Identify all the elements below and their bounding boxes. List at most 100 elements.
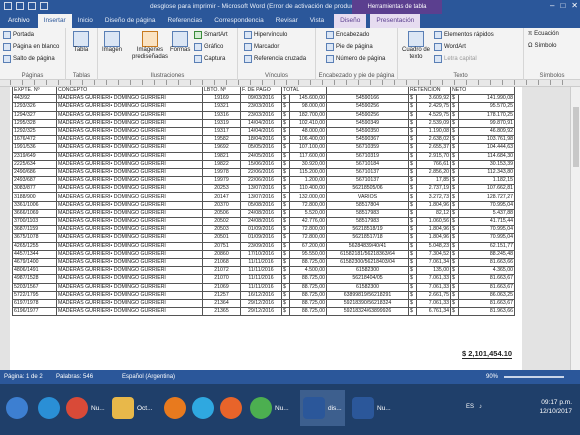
table-cell[interactable]: 104.444,63 xyxy=(458,143,515,153)
table-cell[interactable]: 11/11/2016 xyxy=(240,282,282,292)
table-cell[interactable]: 56710359 xyxy=(326,143,409,153)
table-cell[interactable]: 09/03/2016 xyxy=(240,94,282,104)
table-cell[interactable]: $ xyxy=(281,307,290,317)
table-cell[interactable]: 5.048,23 xyxy=(416,241,451,251)
minimize-icon[interactable]: – xyxy=(550,1,554,10)
table-cell[interactable]: $ xyxy=(281,298,290,309)
table-cell[interactable]: 01/09/2016 xyxy=(240,233,282,243)
table-cell[interactable]: $ xyxy=(281,102,290,112)
table-cell[interactable]: 6.761,34 xyxy=(416,307,451,317)
pagina-en-blanco-button[interactable]: Página en blanco xyxy=(3,43,59,51)
table-cell[interactable]: 14/04/2016 xyxy=(240,126,282,137)
table-cell[interactable]: MADERAS GURRIERI• DOMINGO GURRIERI xyxy=(56,257,203,268)
tab-vista[interactable]: Vista xyxy=(304,14,330,28)
table-cell[interactable]: $ xyxy=(281,176,290,186)
grafico-button[interactable]: Gráfico xyxy=(194,43,223,51)
table-cell[interactable]: 30.153,39 xyxy=(458,159,515,169)
imagen-button[interactable]: Imagen xyxy=(102,31,122,54)
table-cell[interactable]: MADERAS GURRIERI• DOMINGO GURRIERI xyxy=(56,143,203,153)
table-cell[interactable]: 4679/1400 xyxy=(12,257,57,268)
table-cell[interactable]: 24/08/2016 xyxy=(240,216,282,227)
table-cell[interactable]: MADERAS GURRIERI• DOMINGO GURRIERI xyxy=(56,184,203,194)
table-cell[interactable]: 16/12/2016 xyxy=(240,290,282,300)
table-cell[interactable]: $ xyxy=(450,159,459,169)
table-cell[interactable]: 19979 xyxy=(202,176,241,186)
smartart-button[interactable]: SmartArt xyxy=(194,31,228,39)
table-cell[interactable]: 110.400,00 xyxy=(289,184,327,194)
table-cell[interactable]: $ xyxy=(408,233,417,243)
table-cell[interactable]: 443/92 xyxy=(12,94,57,104)
table-cell[interactable]: 2.737,19 xyxy=(416,184,451,194)
table-cell[interactable]: $ xyxy=(408,176,417,186)
table-cell[interactable]: 61582300 xyxy=(326,266,409,276)
simbolo-button[interactable]: Ω Símbolo xyxy=(528,43,557,49)
scroll-thumb[interactable] xyxy=(573,107,579,167)
table-cell[interactable]: 19321 xyxy=(202,102,241,112)
table-cell[interactable]: 7.061,33 xyxy=(416,274,451,284)
portada-button[interactable]: Portada xyxy=(3,31,34,39)
table-cell[interactable]: 2.856,20 xyxy=(416,167,451,178)
table-cell[interactable]: 88.725,00 xyxy=(289,257,327,268)
table-cell[interactable]: $ xyxy=(450,249,459,259)
table-cell[interactable]: MADERAS GURRIERI• DOMINGO GURRIERI xyxy=(56,126,203,137)
table-cell[interactable]: 20751 xyxy=(202,241,241,251)
table-cell[interactable]: 1.060,56 xyxy=(416,216,451,227)
chrome-button-2[interactable]: Nu... xyxy=(250,390,289,426)
table-cell[interactable]: 61582300/56218403/04 xyxy=(326,257,409,268)
table-cell[interactable]: 23/03/2016 xyxy=(240,110,282,120)
table-cell[interactable]: 54590256 xyxy=(326,110,409,120)
table-cell[interactable]: 4457/1344 xyxy=(12,249,57,259)
table-cell[interactable]: MADERAS GURRIERI• DOMINGO GURRIERI xyxy=(56,282,203,292)
table-cell[interactable]: $ xyxy=(281,241,290,251)
table-cell[interactable]: $ xyxy=(408,184,417,194)
table-cell[interactable]: $ xyxy=(281,290,290,300)
table-cell[interactable]: 19821 xyxy=(202,151,241,161)
table-cell[interactable]: 145.600,00 xyxy=(289,94,327,104)
table-cell[interactable]: 1991/536 xyxy=(12,143,57,153)
word-button[interactable]: dis... xyxy=(300,390,345,426)
table-cell[interactable]: 59218390/56218324 xyxy=(326,298,409,309)
table-cell[interactable]: 182.700,00 xyxy=(289,110,327,120)
table-cell[interactable]: 1.190,08 xyxy=(416,126,451,137)
table-cell[interactable]: 54590256 xyxy=(326,102,409,112)
table-cell[interactable]: 1.200,00 xyxy=(289,176,327,186)
table-cell[interactable]: $ xyxy=(450,135,459,145)
table-cell[interactable]: $ xyxy=(408,192,417,202)
table-cell[interactable]: 20147 xyxy=(202,192,241,202)
table-cell[interactable]: 4.500,00 xyxy=(289,266,327,276)
table-cell[interactable]: MADERAS GURRIERI• DOMINGO GURRIERI xyxy=(56,208,203,219)
table-cell[interactable]: 2225/634 xyxy=(12,159,57,169)
tabla-button[interactable]: Tabla xyxy=(73,31,89,54)
table-cell[interactable]: 135,00 xyxy=(416,266,451,276)
firefox-button[interactable] xyxy=(220,390,242,426)
document-area[interactable]: EXPTE. Nº CONCEPTO LBTO. Nº F. DE PAGO TOTAL… xyxy=(0,87,570,370)
table-cell[interactable]: 21070 xyxy=(202,274,241,284)
vertical-scrollbar[interactable] xyxy=(570,87,580,370)
table-cell[interactable]: 81.663,67 xyxy=(458,274,515,284)
table-cell[interactable]: 5.437,88 xyxy=(458,208,515,219)
table-cell[interactable]: 62.151,77 xyxy=(458,241,515,251)
table-cell[interactable]: $ xyxy=(408,151,417,161)
table-cell[interactable]: 7.061,34 xyxy=(416,257,451,268)
table-cell[interactable]: 2.655,37 xyxy=(416,143,451,153)
table-cell[interactable]: 2.661,75 xyxy=(416,290,451,300)
table-cell[interactable]: $ xyxy=(281,233,290,243)
volume-icon[interactable]: ♪ xyxy=(479,404,482,410)
table-cell[interactable]: MADERAS GURRIERI• DOMINGO GURRIERI xyxy=(56,307,203,317)
table-cell[interactable]: 4265/1255 xyxy=(12,241,57,251)
horizontal-ruler[interactable] xyxy=(0,80,580,87)
table-cell[interactable]: $ xyxy=(450,143,459,153)
table-cell[interactable]: 99.870,91 xyxy=(458,118,515,128)
table-cell[interactable]: $ xyxy=(408,159,417,169)
table-cell[interactable]: $ xyxy=(281,208,290,219)
table-cell[interactable]: 5.520,00 xyxy=(289,208,327,219)
table-cell[interactable]: 18/04/2016 xyxy=(240,135,282,145)
table-cell[interactable]: $ xyxy=(450,102,459,112)
table-cell[interactable]: 20860 xyxy=(202,249,241,259)
table-cell[interactable]: $ xyxy=(408,282,417,292)
table-cell[interactable]: $ xyxy=(450,298,459,309)
table-cell[interactable]: 19316 xyxy=(202,110,241,120)
table-cell[interactable]: $ xyxy=(450,118,459,128)
table-cell[interactable]: $ xyxy=(450,126,459,137)
table-cell[interactable]: 20502 xyxy=(202,216,241,227)
